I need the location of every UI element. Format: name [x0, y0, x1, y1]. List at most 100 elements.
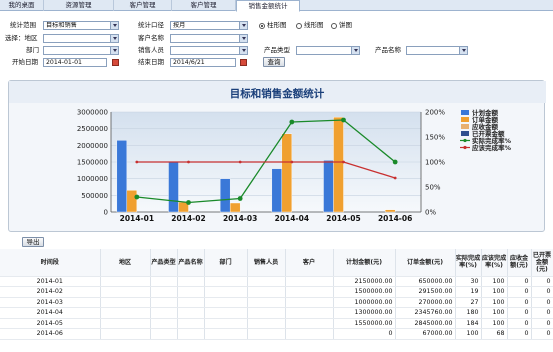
tab-desktop[interactable]: 我的桌面: [0, 0, 44, 11]
calendar-icon[interactable]: [240, 59, 247, 66]
line-point: [238, 160, 242, 164]
line-point: [392, 159, 398, 165]
table-cell: 2014-01: [0, 276, 101, 287]
table-cell: 100: [455, 328, 482, 340]
legend-swatch: [463, 138, 467, 143]
radio-pie-chart[interactable]: [331, 23, 337, 29]
bar: [229, 202, 241, 213]
tab-customer-management-1[interactable]: 客户管理: [114, 0, 172, 11]
bar: [126, 190, 138, 213]
table-cell: 100: [481, 318, 508, 329]
column-header: 部门: [204, 249, 248, 277]
column-header: 应该完成率(%): [481, 249, 508, 277]
chevron-down-icon: [110, 35, 118, 42]
table-cell: 2845000.00: [395, 318, 456, 329]
export-button[interactable]: 导出: [22, 237, 44, 247]
legend-swatch: [461, 131, 469, 136]
table-cell: 2014-04: [0, 307, 101, 319]
radio-bar-chart-label: 柱形图: [267, 21, 287, 29]
table-cell: [285, 276, 334, 287]
table-cell: [177, 286, 205, 298]
table-cell: [247, 307, 286, 319]
legend-swatch: [461, 117, 469, 122]
customer-select[interactable]: [170, 34, 248, 43]
line-point: [187, 160, 190, 164]
end-date-input[interactable]: 2014/6/21: [170, 58, 236, 67]
tab-customer-management-2[interactable]: 客户管理: [172, 0, 236, 11]
sales-select[interactable]: [170, 46, 248, 55]
radio-bar-chart[interactable]: [259, 23, 265, 29]
legend-swatch: [461, 110, 469, 115]
table-cell: [247, 328, 286, 340]
y2-tick-label: 200%: [425, 109, 445, 117]
y2-tick-label: 150%: [425, 134, 445, 142]
table-cell: 180: [455, 307, 482, 319]
table-cell: [247, 318, 286, 329]
table-cell: 2345760.00: [395, 307, 456, 319]
period-label: 统计口径: [138, 21, 164, 29]
line-point: [135, 160, 139, 164]
product-name-select[interactable]: [406, 46, 468, 55]
table-cell: 2150000.00: [333, 276, 396, 287]
table-row: 2014-04 1300000.00 2345760.00 180 100 0 0: [0, 307, 553, 319]
table-cell: 100: [481, 286, 508, 298]
table-cell: 1550000.00: [333, 318, 396, 329]
chevron-down-icon: [351, 47, 359, 54]
tab-sales-amount-stats[interactable]: 销售金额统计: [236, 0, 300, 12]
region-select[interactable]: [43, 34, 119, 43]
legend-swatch: [463, 145, 467, 150]
table-cell: [150, 318, 178, 329]
period-select[interactable]: 按月: [170, 21, 248, 30]
table-cell: [177, 307, 205, 319]
y-tick-label: 2000000: [77, 142, 108, 150]
table-header: 时间段 地区 产品类型 产品名称 部门 销售人员 客户 计划金额(元) 订单金额(元) 实际完成率…: [0, 249, 553, 277]
table-cell: [100, 318, 151, 329]
line-point: [393, 176, 397, 180]
table-cell: 1500000.00: [333, 286, 396, 298]
table-cell: [150, 286, 178, 298]
table-cell: 100: [481, 297, 508, 308]
table-cell: 0: [531, 286, 553, 298]
chevron-down-icon: [239, 22, 247, 29]
y-tick-label: 500000: [81, 192, 108, 200]
legend-label: 应该完成率%: [472, 143, 512, 152]
table-cell: 0: [507, 307, 532, 319]
table-cell: 270000.00: [395, 297, 456, 308]
column-header: 销售人员: [247, 249, 286, 277]
radio-line-chart[interactable]: [296, 23, 302, 29]
y2-tick-label: 50%: [425, 184, 441, 192]
sales-table: 时间段 地区 产品类型 产品名称 部门 销售人员 客户 计划金额(元) 订单金额(元) 实际完成率…: [0, 249, 553, 340]
tab-resource-management[interactable]: 资源管理: [44, 0, 114, 11]
table-cell: [150, 307, 178, 319]
table-cell: 19: [455, 286, 482, 298]
calendar-icon[interactable]: [112, 59, 119, 66]
x-tick-label: 2014-06: [378, 214, 412, 223]
table-row: 2014-05 1550000.00 2845000.00 184 100 0 0: [0, 318, 553, 329]
table-cell: [100, 328, 151, 340]
table-cell: [204, 297, 248, 308]
x-tick-label: 2014-05: [326, 214, 360, 223]
column-header: 产品类型: [150, 249, 178, 277]
start-date-input[interactable]: 2014-01-01: [43, 58, 107, 67]
radio-pie-chart-label: 饼图: [339, 21, 352, 29]
table-cell: 0: [531, 276, 553, 287]
dept-select[interactable]: [43, 46, 119, 55]
table-cell: 2014-05: [0, 318, 101, 329]
product-type-select[interactable]: [296, 46, 360, 55]
table-cell: [100, 286, 151, 298]
query-button[interactable]: 查询: [263, 57, 285, 67]
y2-tick-label: 100%: [425, 159, 445, 167]
chevron-down-icon: [110, 22, 118, 29]
table-cell: [247, 276, 286, 287]
chevron-down-icon: [239, 35, 247, 42]
line-point: [186, 200, 191, 205]
column-header: 已开票金额(元): [531, 249, 553, 277]
bar: [384, 209, 396, 213]
x-tick-label: 2014-01: [120, 214, 154, 223]
scope-select[interactable]: 目标和销售: [43, 21, 119, 30]
column-header: 客户: [285, 249, 334, 277]
table-cell: 291500.00: [395, 286, 456, 298]
bar: [281, 133, 293, 213]
bar: [116, 140, 128, 213]
y-tick-label: 1000000: [77, 175, 108, 183]
